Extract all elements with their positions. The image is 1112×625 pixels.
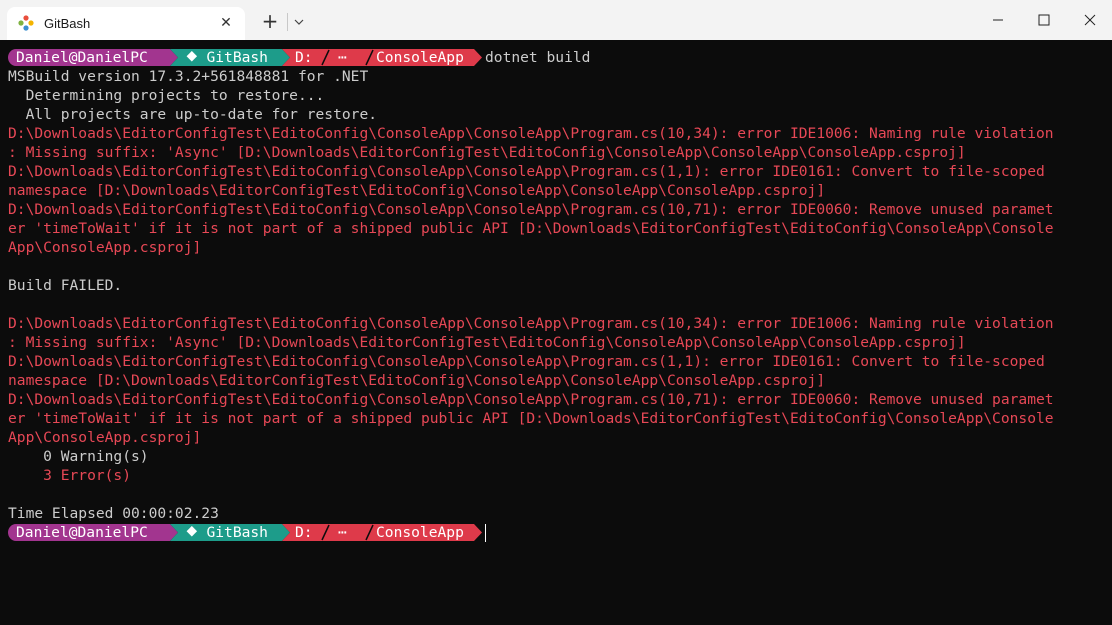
minimize-icon: [993, 19, 1003, 21]
command-text: dotnet build: [485, 49, 591, 66]
output-line: Time Elapsed 00:00:02.23: [8, 505, 219, 522]
error-output-line: er 'timeToWait' if it is not part of a s…: [8, 220, 1054, 237]
git-logo-icon: [18, 15, 34, 31]
error-output-line: App\ConsoleApp.csproj]: [8, 239, 202, 256]
error-output-line: D:\Downloads\EditorConfigTest\EditoConfi…: [8, 201, 1054, 218]
tab-gitbash[interactable]: GitBash ✕: [7, 7, 245, 40]
maximize-icon: [1038, 14, 1050, 26]
prompt-folder: ConsoleApp: [376, 49, 464, 66]
prompt-drive: D:: [295, 524, 313, 541]
title-bar: GitBash ✕ +: [0, 0, 1112, 40]
prompt-user: Daniel@DanielPC: [16, 49, 148, 66]
close-window-button[interactable]: [1067, 0, 1112, 40]
error-output-line: namespace [D:\Downloads\EditorConfigTest…: [8, 372, 826, 389]
error-output-line: App\ConsoleApp.csproj]: [8, 429, 202, 446]
maximize-button[interactable]: [1021, 0, 1067, 40]
prompt-user: Daniel@DanielPC: [16, 524, 148, 541]
close-tab-button[interactable]: ✕: [215, 12, 237, 34]
close-icon: [1084, 14, 1096, 26]
minimize-button[interactable]: [975, 0, 1021, 40]
prompt-drive: D:: [295, 49, 313, 66]
output-line: 0 Warning(s): [8, 448, 149, 465]
terminal-output[interactable]: Daniel@DanielPC ⯁ GitBash D: ⋯ ConsoleApp do…: [0, 40, 1112, 625]
error-output-line: namespace [D:\Downloads\EditorConfigTest…: [8, 182, 826, 199]
prompt-ellipsis: ⋯: [338, 49, 347, 66]
error-output-line: D:\Downloads\EditorConfigTest\EditoConfi…: [8, 125, 1054, 142]
prompt-ellipsis: ⋯: [338, 524, 347, 541]
prompt-shell: ⯁ GitBash: [186, 524, 268, 541]
chevron-down-icon: [294, 19, 304, 25]
tab-divider: [287, 13, 288, 31]
tab-dropdown-button[interactable]: [290, 12, 308, 32]
error-output-line: D:\Downloads\EditorConfigTest\EditoConfi…: [8, 163, 1045, 180]
error-output-line: D:\Downloads\EditorConfigTest\EditoConfi…: [8, 315, 1054, 332]
output-line: All projects are up-to-date for restore.: [8, 106, 378, 123]
tab-title: GitBash: [44, 16, 91, 31]
new-tab-button[interactable]: +: [258, 10, 282, 34]
error-output-line: D:\Downloads\EditorConfigTest\EditoConfi…: [8, 353, 1045, 370]
error-output-line: : Missing suffix: 'Async' [D:\Downloads\…: [8, 334, 966, 351]
output-line: Determining projects to restore...: [8, 87, 325, 104]
output-line: MSBuild version 17.3.2+561848881 for .NE…: [8, 68, 369, 85]
error-output-line: : Missing suffix: 'Async' [D:\Downloads\…: [8, 144, 966, 161]
error-output-line: er 'timeToWait' if it is not part of a s…: [8, 410, 1054, 427]
error-output-line: 3 Error(s): [8, 467, 132, 484]
prompt-shell: ⯁ GitBash: [186, 49, 268, 66]
output-line: Build FAILED.: [8, 277, 123, 294]
text-cursor: [485, 524, 486, 542]
error-output-line: D:\Downloads\EditorConfigTest\EditoConfi…: [8, 391, 1054, 408]
prompt-folder: ConsoleApp: [376, 524, 464, 541]
